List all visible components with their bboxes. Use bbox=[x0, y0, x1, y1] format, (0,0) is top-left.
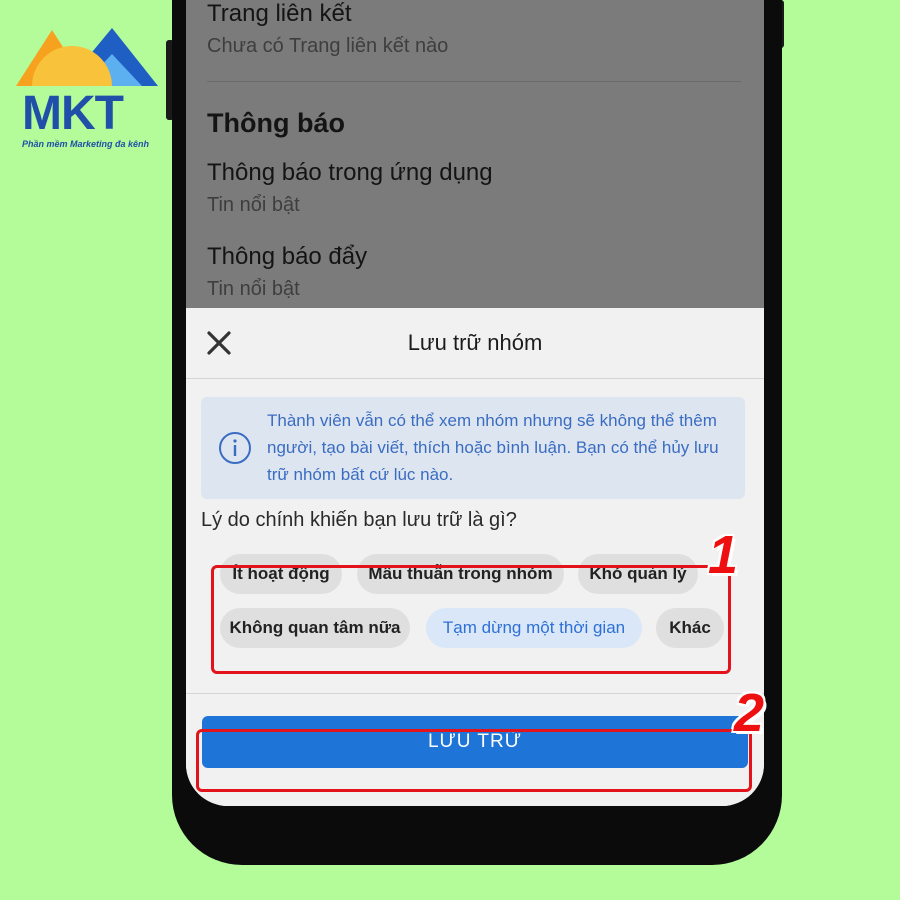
info-notice: Thành viên vẫn có thể xem nhóm nhưng sẽ … bbox=[201, 397, 745, 499]
logo-tagline: Phần mềm Marketing đa kênh bbox=[22, 139, 150, 149]
logo-wordmark: MKT bbox=[22, 87, 124, 140]
reason-question: Lý do chính khiến bạn lưu trữ là gì? bbox=[201, 509, 517, 531]
annotation-box-save bbox=[196, 729, 752, 792]
annotation-box-reasons bbox=[211, 565, 731, 674]
linked-pages-subtitle: Chưa có Trang liên kết nào bbox=[207, 35, 449, 57]
annotation-step-2: 2 bbox=[734, 683, 765, 743]
sheet-title: Lưu trữ nhóm bbox=[407, 330, 543, 355]
phone-screen: Trang liên kết Chưa có Trang liên kết nà… bbox=[186, 0, 764, 806]
notifications-heading: Thông báo bbox=[207, 108, 345, 138]
group-settings-page: Trang liên kết Chưa có Trang liên kết nà… bbox=[186, 0, 764, 310]
sheet-header: Lưu trữ nhóm bbox=[186, 308, 764, 379]
footer-divider bbox=[186, 693, 764, 694]
in-app-notifications-title[interactable]: Thông báo trong ứng dụng bbox=[207, 159, 493, 187]
annotation-step-1: 1 bbox=[708, 525, 739, 585]
linked-pages-title: Trang liên kết bbox=[207, 0, 352, 27]
push-notifications-subtitle: Tin nổi bật bbox=[207, 278, 300, 300]
push-notifications-title[interactable]: Thông báo đẩy bbox=[207, 243, 367, 271]
in-app-notifications-subtitle: Tin nổi bật bbox=[207, 194, 300, 216]
divider bbox=[207, 81, 741, 82]
info-text: Thành viên vẫn có thể xem nhóm nhưng sẽ … bbox=[267, 411, 719, 484]
info-icon bbox=[219, 432, 251, 464]
